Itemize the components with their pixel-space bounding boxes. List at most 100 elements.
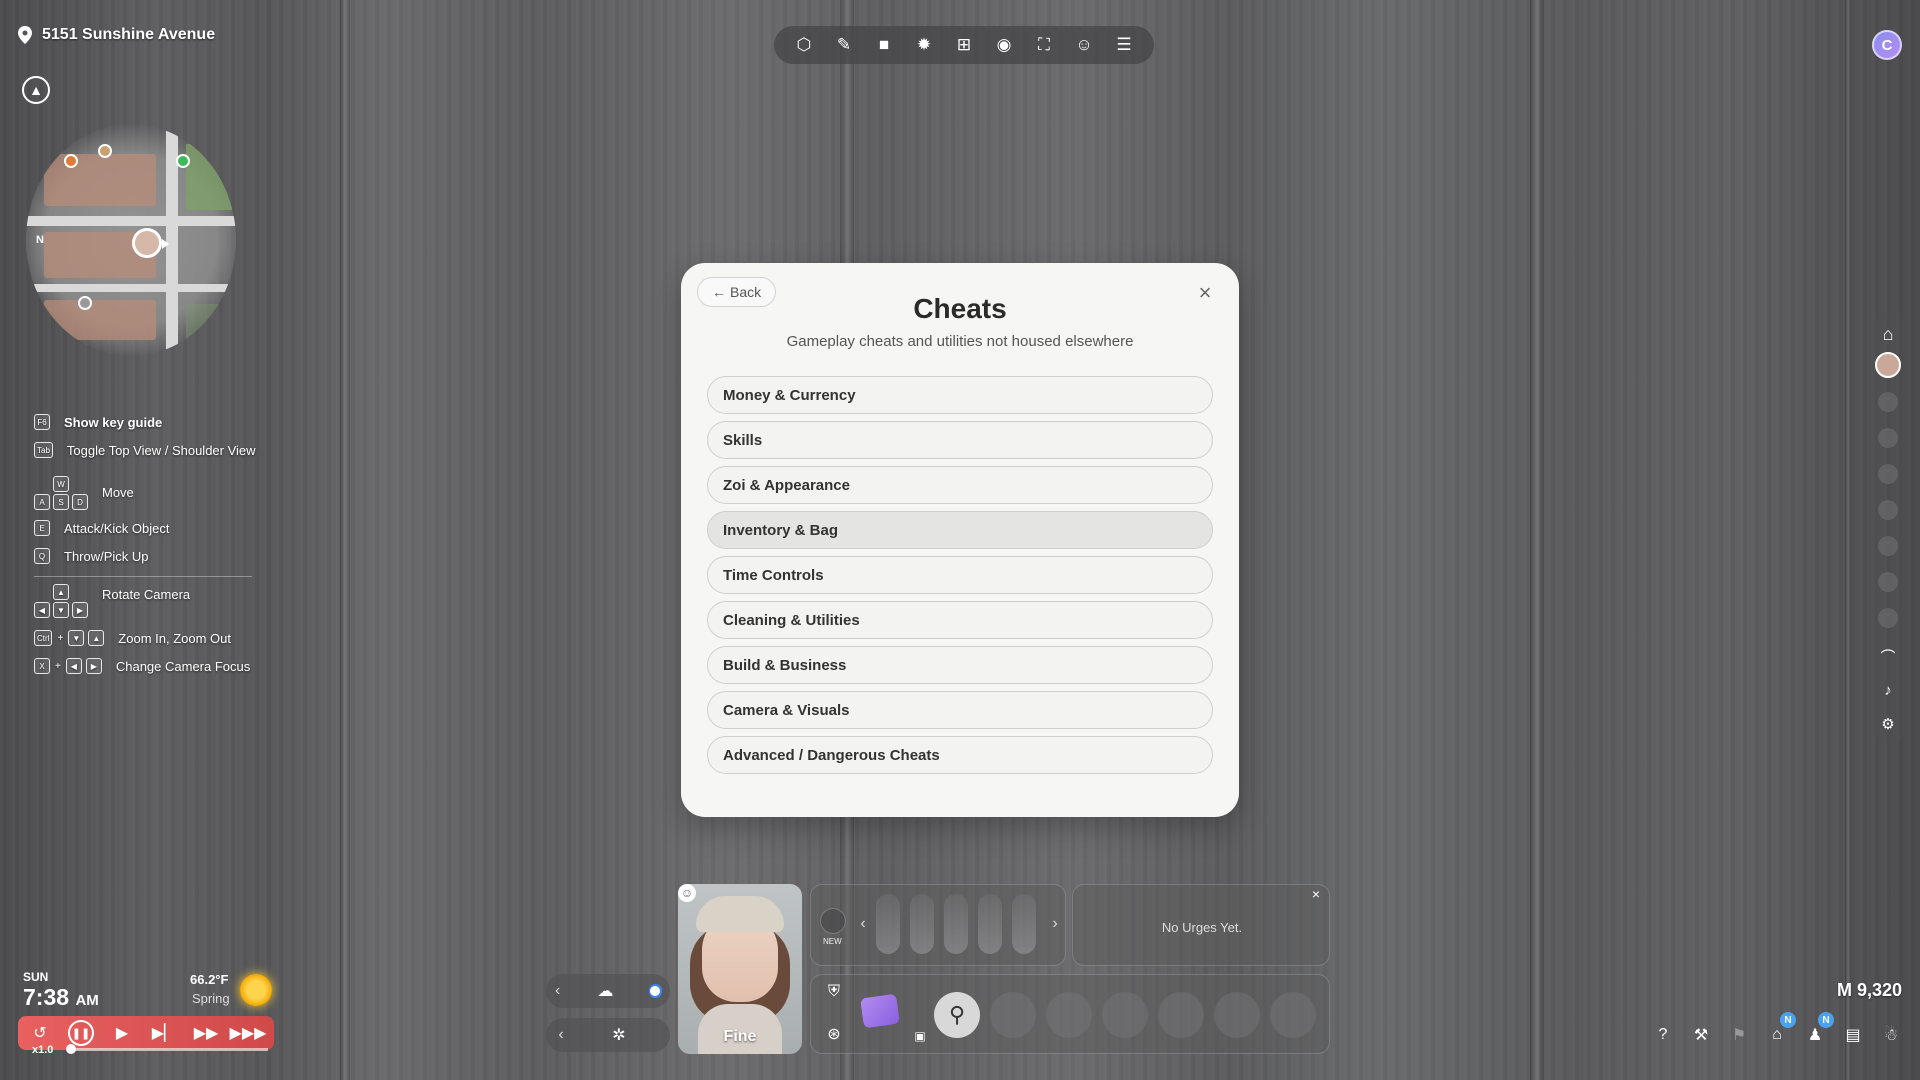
- key-cap: S: [53, 494, 69, 510]
- menu-icon[interactable]: ☰: [1111, 32, 1137, 58]
- rail-slot[interactable]: [1878, 428, 1898, 448]
- rewind-time-icon[interactable]: ↺: [26, 1019, 54, 1047]
- minimap-building: [44, 154, 156, 206]
- chevron-left-icon[interactable]: ‹: [856, 914, 870, 934]
- key-cap: ▼: [68, 630, 85, 646]
- key-cap: ▶: [85, 658, 102, 674]
- relationship-icon[interactable]: ⌒: [1876, 644, 1900, 668]
- rail-slot[interactable]: [1878, 608, 1898, 628]
- steering-wheel-icon[interactable]: ⊛: [822, 1022, 846, 1046]
- build-mode-icon[interactable]: ⬡: [791, 32, 817, 58]
- chevron-right-icon[interactable]: ›: [1048, 914, 1062, 934]
- fastest-forward-button[interactable]: ▶▶▶: [230, 1019, 267, 1047]
- category-cleaning-utilities[interactable]: Cleaning & Utilities: [707, 601, 1213, 639]
- autonomy-icon: ☁: [597, 983, 614, 1000]
- rail-slot[interactable]: [1878, 464, 1898, 484]
- key-cap: X: [34, 658, 50, 674]
- account-avatar[interactable]: C: [1872, 30, 1902, 60]
- category-advanced-cheats[interactable]: Advanced / Dangerous Cheats: [707, 736, 1213, 774]
- key-cap: ▲: [53, 584, 69, 600]
- key-guide-label: Rotate Camera: [102, 587, 191, 602]
- faster-forward-button[interactable]: ▶▶: [192, 1019, 220, 1047]
- video-camera-icon[interactable]: ■: [871, 32, 897, 58]
- lightbulb-icon[interactable]: ✹: [911, 32, 937, 58]
- zoi-portrait[interactable]: Fine: [678, 884, 802, 1054]
- focus-frame-icon[interactable]: ⛶: [1031, 32, 1057, 58]
- key-guide-row: Tab Toggle Top View / Shoulder View: [34, 442, 256, 458]
- need-bar[interactable]: [1012, 894, 1036, 954]
- backpack-icon[interactable]: ⛨: [822, 980, 846, 1004]
- category-inventory-bag[interactable]: Inventory & Bag: [707, 511, 1213, 549]
- add-frame-icon[interactable]: ⊞: [951, 32, 977, 58]
- autonomy-toggle[interactable]: [649, 984, 662, 998]
- character-slot[interactable]: ⚲: [934, 992, 980, 1038]
- key-guide-row[interactable]: F6 Show key guide: [34, 414, 162, 430]
- book-item-icon[interactable]: [860, 993, 900, 1029]
- sun-weather-icon: [240, 974, 272, 1006]
- game-speed-bar: ↺ ❚❚ ▶ ▶▏ ▶▶ ▶▶▶: [18, 1016, 274, 1050]
- key-guide-row: ▲ ◀ ▼ ▶ Rotate Camera: [34, 584, 190, 618]
- calendar-icon[interactable]: ▣: [908, 1024, 932, 1048]
- chevron-left-icon[interactable]: ‹: [554, 981, 561, 1001]
- family-icon[interactable]: ☃: [1878, 1022, 1904, 1048]
- play-button[interactable]: ▶: [108, 1019, 136, 1047]
- minimap-poi-icon[interactable]: [176, 154, 190, 168]
- speed-slider-knob[interactable]: [66, 1044, 76, 1054]
- need-bar[interactable]: [978, 894, 1002, 954]
- category-time-controls[interactable]: Time Controls: [707, 556, 1213, 594]
- fast-forward-button[interactable]: ▶▏: [150, 1019, 178, 1047]
- edit-tool-icon[interactable]: ✎: [831, 32, 857, 58]
- need-bar[interactable]: [910, 894, 934, 954]
- zoi-avatar[interactable]: [1875, 352, 1901, 378]
- inventory-slot[interactable]: [1102, 992, 1148, 1038]
- need-bar[interactable]: [876, 894, 900, 954]
- pause-button[interactable]: ❚❚: [68, 1020, 94, 1046]
- profile-card-icon[interactable]: ▤: [1840, 1022, 1866, 1048]
- quest-icon[interactable]: ?: [1650, 1022, 1676, 1048]
- camera-icon[interactable]: ◉: [991, 32, 1017, 58]
- capture-zoi-icon[interactable]: ☺: [1071, 32, 1097, 58]
- home-icon[interactable]: ⌂: [1876, 322, 1900, 346]
- mood-face-icon[interactable]: ☺: [678, 884, 696, 902]
- inventory-slot[interactable]: [1046, 992, 1092, 1038]
- bell-icon[interactable]: ♪: [1876, 678, 1900, 702]
- category-camera-visuals[interactable]: Camera & Visuals: [707, 691, 1213, 729]
- relationships-icon[interactable]: ♟ N: [1802, 1012, 1834, 1048]
- rail-slot[interactable]: [1878, 536, 1898, 556]
- category-build-business[interactable]: Build & Business: [707, 646, 1213, 684]
- household-icon[interactable]: ⌂ N: [1764, 1012, 1796, 1048]
- key-guide-row: W A S D Move: [34, 476, 134, 510]
- new-indicator[interactable]: [820, 908, 846, 934]
- inventory-slot[interactable]: [1158, 992, 1204, 1038]
- inventory-slot[interactable]: [1270, 992, 1316, 1038]
- rail-slot[interactable]: [1878, 392, 1898, 412]
- compass-icon[interactable]: ▲: [22, 76, 50, 104]
- key-cap: Ctrl: [34, 630, 53, 646]
- minimap-north-label: N: [36, 234, 44, 246]
- need-bar[interactable]: [944, 894, 968, 954]
- career-icon[interactable]: ⚒: [1688, 1022, 1714, 1048]
- chevron-left-icon[interactable]: ‹: [554, 1025, 568, 1045]
- business-icon[interactable]: ⚑: [1726, 1022, 1752, 1048]
- speed-slider[interactable]: [68, 1048, 268, 1051]
- inventory-slot[interactable]: [990, 992, 1036, 1038]
- key-guide-row: Q Throw/Pick Up: [34, 548, 149, 564]
- inventory-slot[interactable]: [1214, 992, 1260, 1038]
- rail-slot[interactable]: [1878, 500, 1898, 520]
- interaction-wheel-icon[interactable]: ✲: [608, 1024, 630, 1046]
- minimap-poi-icon[interactable]: [78, 296, 92, 310]
- minimap[interactable]: N: [26, 124, 236, 356]
- rail-slot[interactable]: [1878, 572, 1898, 592]
- minimap-poi-icon[interactable]: [98, 144, 112, 158]
- settings-person-icon[interactable]: ⚙: [1876, 712, 1900, 736]
- location-text: 5151 Sunshine Avenue: [42, 26, 216, 43]
- camera-mode-toggle: ‹ ☁: [546, 974, 670, 1008]
- category-money-currency[interactable]: Money & Currency: [707, 376, 1213, 414]
- temperature-label: 66.2°F: [190, 972, 229, 987]
- close-icon[interactable]: ×: [1308, 886, 1324, 902]
- key-cap: Tab: [34, 442, 53, 458]
- category-skills[interactable]: Skills: [707, 421, 1213, 459]
- minimap-poi-icon[interactable]: [64, 154, 78, 168]
- cheats-modal: ← Back × Cheats Gameplay cheats and util…: [681, 263, 1239, 817]
- category-zoi-appearance[interactable]: Zoi & Appearance: [707, 466, 1213, 504]
